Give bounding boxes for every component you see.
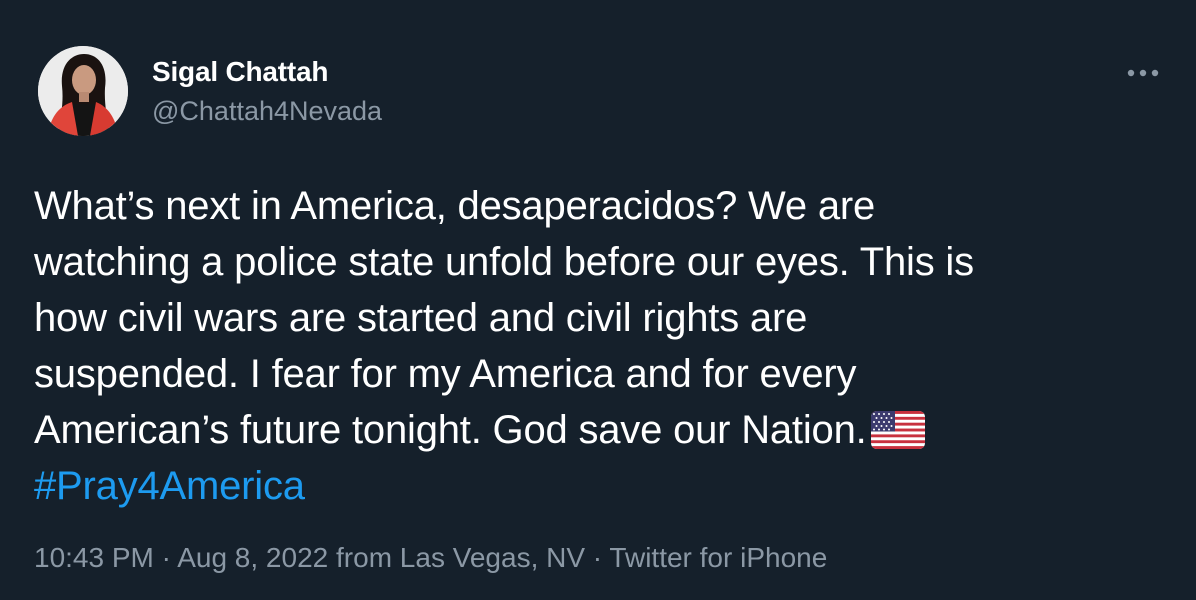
tweet-text-line: watching a police state unfold before ou… xyxy=(34,240,974,284)
more-horizontal-icon xyxy=(1127,69,1159,77)
hashtag-link[interactable]: #Pray4America xyxy=(34,464,305,508)
more-options-button[interactable] xyxy=(1118,56,1168,90)
tweet-text: What’s next in America, desaperacidos? W… xyxy=(34,178,1164,514)
tweet-text-line: suspended. I fear for my America and for… xyxy=(34,352,857,396)
tweet-meta: 10:43 PM · Aug 8, 2022 from Las Vegas, N… xyxy=(34,542,827,574)
timestamp-time[interactable]: 10:43 PM xyxy=(34,542,154,573)
tweet-client-link[interactable]: Twitter for iPhone xyxy=(609,542,827,573)
tweet-location: from Las Vegas, NV xyxy=(328,542,586,573)
tweet-text-line: American’s future tonight. God save our … xyxy=(34,408,867,452)
tweet-text-line-last: American’s future tonight. God save our … xyxy=(34,402,1164,458)
meta-separator: · xyxy=(585,542,610,573)
us-flag-icon xyxy=(870,411,925,449)
hashtag-line: #Pray4America xyxy=(34,458,1164,514)
meta-separator: · xyxy=(153,542,178,573)
author-display-name[interactable]: Sigal Chattah xyxy=(152,56,329,88)
author-handle[interactable]: @Chattah4Nevada xyxy=(152,96,382,127)
tweet-text-line: What’s next in America, desaperacidos? W… xyxy=(34,184,876,228)
avatar[interactable] xyxy=(38,46,128,136)
tweet-text-line: how civil wars are started and civil rig… xyxy=(34,296,808,340)
timestamp-date[interactable]: Aug 8, 2022 xyxy=(177,542,328,573)
tweet-card: Sigal Chattah @Chattah4Nevada What’s nex… xyxy=(0,0,1196,600)
avatar-photo xyxy=(38,46,128,136)
